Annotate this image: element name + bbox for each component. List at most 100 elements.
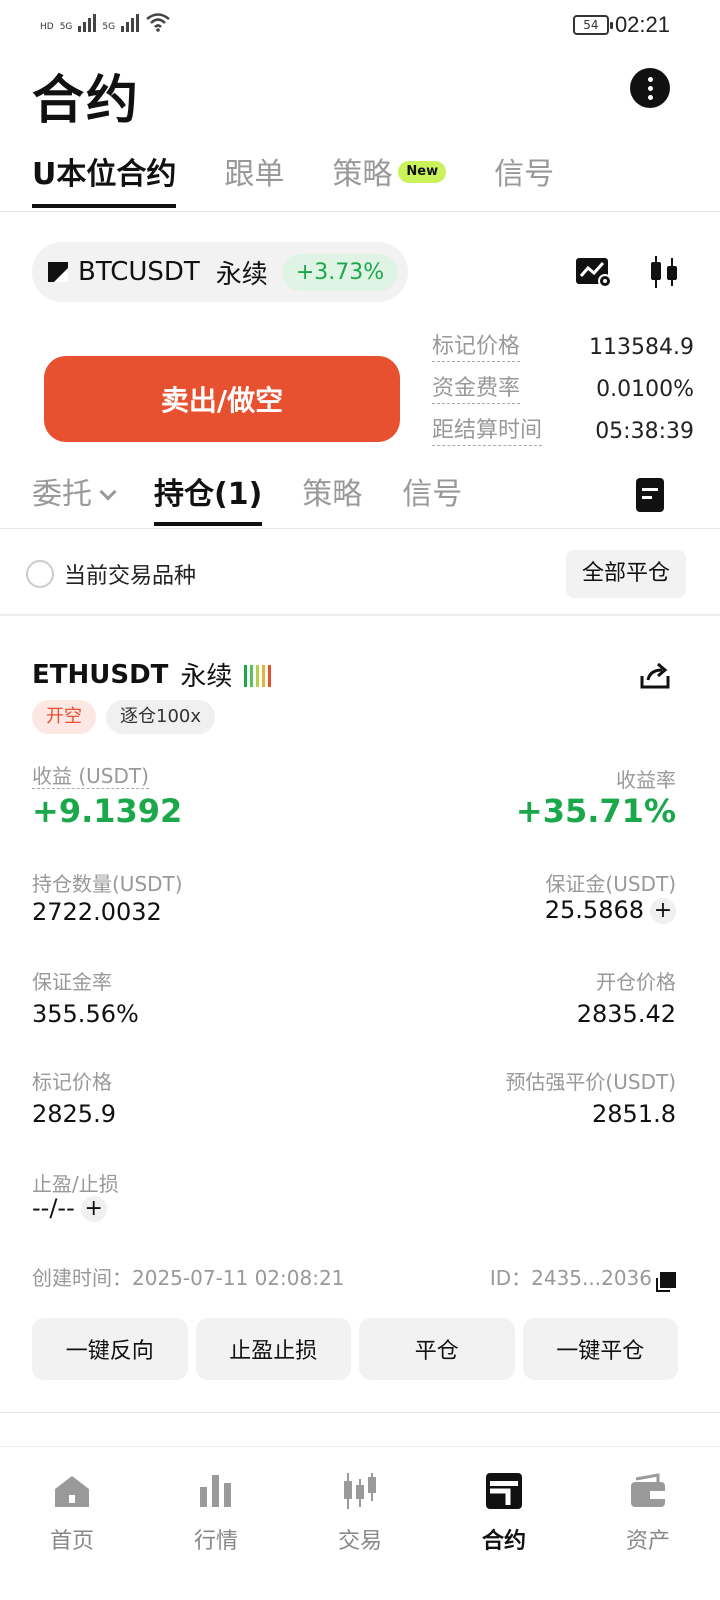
divider [0,1412,720,1413]
tab-positions[interactable]: 持仓(1) [154,470,263,526]
position-id: ID：2435...2036 [489,1266,652,1290]
tab-strategy[interactable]: 策略 New [332,150,494,210]
margin-value-group: 25.5868 + [545,896,676,924]
info-funding-rate-row: 资金费率 0.0100% [432,368,694,410]
share-icon[interactable] [638,660,672,692]
tab-u-futures[interactable]: U本位合约 [32,150,224,210]
size-label: 持仓数量(USDT) [32,872,183,896]
divider [0,614,720,616]
nav-label: 交易 [337,1529,382,1554]
status-right: 54 02:21 [572,12,670,38]
sell-short-button[interactable]: 卖出/做空 [44,356,400,442]
top-tabs: U本位合约 跟单 策略 New 信号 [32,150,602,212]
home-icon [55,1476,89,1507]
created-time: 创建时间：2025-07-11 02:08:21 [32,1266,345,1290]
more-dot-icon [647,76,653,82]
market-chart-icon [200,1475,231,1507]
nav-label: 行情 [193,1529,238,1554]
nav-trade[interactable]: 交易 [288,1447,432,1600]
pair-logo-icon [48,262,68,282]
nav-assets[interactable]: 资产 [576,1447,720,1600]
close-all-button[interactable]: 全部平仓 [565,550,686,598]
current-symbol-radio[interactable] [26,560,54,588]
chart-settings-icon[interactable] [574,252,614,292]
liq-price-label: 预估强平价(USDT) [505,1070,676,1094]
futures-icon [486,1473,522,1509]
position-contract-type: 永续 [180,662,233,692]
margin-mode-tag[interactable]: 逐仓100x [106,700,216,734]
mark-price-value: 2825.9 [32,1100,116,1128]
nav-home[interactable]: 首页 [0,1447,144,1600]
size-value: 2722.0032 [32,898,162,926]
filter-label: 当前交易品种 [64,564,197,589]
history-document-icon[interactable] [636,478,664,512]
add-margin-button[interactable]: + [650,898,676,924]
position-tags: 开空 逐仓100x [32,700,216,734]
bottom-nav: 首页 行情 交易 合约 资产 [0,1446,720,1600]
nav-label: 首页 [49,1529,94,1554]
clock: 02:21 [614,12,670,37]
trade-candles-icon [344,1473,376,1509]
position-header: ETHUSDT 永续 [32,656,272,693]
pair-contract-type: 永续 [215,259,268,290]
position-id-group: ID：2435...2036 [489,1262,676,1292]
entry-price-label: 开仓价格 [596,970,676,994]
mark-price-label: 标记价格 [32,1070,112,1094]
wallet-icon [631,1473,665,1507]
chevron-down-icon [99,483,117,501]
info-label[interactable]: 资金费率 [432,375,521,404]
signal-icon-2 [121,14,140,32]
info-label[interactable]: 标记价格 [432,333,521,362]
tab-orders-label: 委托 [32,477,92,512]
nav-label: 资产 [625,1529,670,1554]
candlestick-icon[interactable] [644,252,684,292]
network-indicators: HD 5G 5G [40,12,171,32]
more-dot-icon [647,85,653,91]
battery-icon: 54 [572,15,613,35]
status-bar: HD 5G 5G 54 02:21 [0,0,720,48]
tab-orders[interactable]: 委托 [32,470,117,526]
nav-futures[interactable]: 合约 [432,1447,576,1600]
network-5g-label-2: 5G [102,22,116,32]
market-info: 标记价格 113584.9 资金费率 0.0100% 距结算时间 05:38:3… [432,326,694,452]
pair-selector[interactable]: BTCUSDT 永续 +3.73% [32,242,408,302]
tab-copy-trading[interactable]: 跟单 [224,150,332,210]
info-mark-price-row: 标记价格 113584.9 [432,326,694,368]
info-settlement-row: 距结算时间 05:38:39 [432,410,694,452]
network-5g-label-1: 5G [59,22,73,32]
tab-sub-strategy[interactable]: 策略 [302,470,362,526]
more-options-button[interactable] [630,68,670,108]
wifi-icon [146,13,170,32]
more-dot-icon [647,94,653,100]
liq-price-value: 2851.8 [592,1100,676,1128]
pnl-label[interactable]: 收益 (USDT) [32,764,149,789]
clipped-row [44,302,684,320]
roe-value: +35.71% [515,792,676,830]
divider [0,528,720,529]
position-symbol: ETHUSDT [32,659,169,690]
pair-symbol: BTCUSDT [78,257,200,287]
market-close-button[interactable]: 一键平仓 [522,1318,678,1380]
entry-price-value: 2835.42 [576,1000,676,1028]
tab-sub-signal[interactable]: 信号 [402,470,462,526]
copy-icon[interactable] [656,1271,676,1292]
pnl-value: +9.1392 [32,792,183,830]
nav-market[interactable]: 行情 [144,1447,288,1600]
tpsl-button[interactable]: 止盈止损 [195,1318,351,1380]
page-title: 合约 [32,71,141,131]
info-label[interactable]: 距结算时间 [432,417,543,446]
hd-indicator: HD [40,22,54,32]
signal-icon [78,14,97,32]
add-tpsl-button[interactable]: + [80,1196,107,1222]
close-position-button[interactable]: 平仓 [359,1318,515,1380]
filter-row: 当前交易品种 全部平仓 [26,550,686,598]
info-value: 05:38:39 [595,418,694,444]
margin-ratio-value: 355.56% [32,1000,139,1028]
position-actions: 一键反向 止盈止损 平仓 一键平仓 [32,1318,678,1380]
info-value: 0.0100% [596,376,694,402]
tab-signal[interactable]: 信号 [494,150,602,210]
reverse-position-button[interactable]: 一键反向 [32,1318,188,1380]
margin-ratio-label: 保证金率 [32,970,112,994]
side-tag: 开空 [32,700,96,734]
info-value: 113584.9 [589,334,694,360]
